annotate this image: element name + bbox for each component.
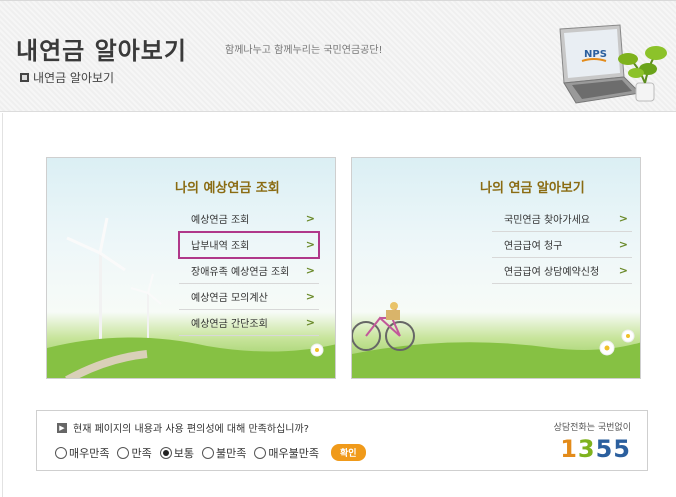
confirm-button[interactable]: 확인	[330, 444, 366, 461]
chevron-right-icon: >	[305, 290, 315, 303]
breadcrumb-home-icon	[20, 73, 29, 82]
page-header: 내연금 알아보기 함께나누고 함께누리는 국민연금공단! 내연금 알아보기 NP…	[0, 0, 676, 112]
menu-item-label: 국민연금 찾아가세요	[504, 215, 590, 226]
chevron-right-icon: >	[618, 212, 628, 225]
survey-option-very-satisfied[interactable]: 매우만족	[55, 445, 109, 461]
chevron-right-icon: >	[305, 238, 315, 251]
menu-item-label: 예상연금 모의계산	[191, 293, 268, 304]
menu-item-quick-inquiry[interactable]: 예상연금 간단조회 >	[179, 310, 319, 336]
expected-pension-panel: 나의 예상연금 조회 예상연금 조회 > 납부내역 조회 > 장애유족 예상연금…	[46, 157, 336, 379]
survey-option-neutral[interactable]: 보통	[159, 445, 194, 461]
menu-item-payment-history[interactable]: 납부내역 조회 >	[178, 231, 320, 259]
chevron-right-icon: >	[618, 264, 628, 277]
survey-option-very-dissatisfied[interactable]: 매우불만족	[254, 445, 319, 461]
menu-item-disability-survivor-pension[interactable]: 장애유족 예상연금 조회 >	[179, 258, 319, 284]
menu-item-pension-simulation[interactable]: 예상연금 모의계산 >	[179, 284, 319, 310]
radio-button-selected[interactable]	[159, 446, 172, 459]
expected-pension-menu: 예상연금 조회 > 납부내역 조회 > 장애유족 예상연금 조회 > 예상연금 …	[178, 206, 320, 336]
menu-item-label: 예상연금 조회	[191, 215, 250, 226]
option-label: 만족	[131, 446, 152, 460]
option-label: 불만족	[215, 446, 247, 460]
callcenter-digit: 3	[577, 435, 596, 463]
survey-option-satisfied[interactable]: 만족	[117, 445, 152, 461]
menu-item-expected-pension-inquiry[interactable]: 예상연금 조회 >	[179, 206, 319, 232]
my-pension-title: 나의 연금 알아보기	[480, 181, 585, 196]
menu-item-label: 예상연금 간단조회	[191, 319, 268, 330]
survey-question-text: 현재 페이지의 내용과 사용 편의성에 대해 만족하십니까?	[73, 424, 309, 435]
menu-item-benefit-claim[interactable]: 연금급여 청구 >	[492, 232, 632, 258]
radio-button[interactable]	[117, 446, 130, 459]
survey-option-dissatisfied[interactable]: 불만족	[201, 445, 247, 461]
page-slogan: 함께나누고 함께누리는 국민연금공단!	[225, 45, 383, 56]
page-title: 내연금 알아보기	[16, 37, 187, 65]
menu-item-consultation-booking[interactable]: 연금급여 상담예약신청 >	[492, 258, 632, 284]
expected-pension-title: 나의 예상연금 조회	[175, 181, 280, 196]
option-label: 매우만족	[69, 446, 110, 460]
menu-item-label: 장애유족 예상연금 조회	[191, 267, 290, 278]
menu-item-find-pension[interactable]: 국민연금 찾아가세요 >	[492, 206, 632, 232]
survey-question: ▶ 현재 페이지의 내용과 사용 편의성에 대해 만족하십니까?	[57, 420, 309, 435]
callcenter-digit: 5	[613, 435, 631, 463]
radio-button[interactable]	[55, 446, 67, 459]
menu-item-label: 납부내역 조회	[191, 241, 250, 252]
breadcrumb: 내연금 알아보기	[20, 69, 114, 86]
survey-options: 매우만족 만족 보통 불만족 매우불만족 확인	[55, 444, 366, 461]
radio-button[interactable]	[254, 446, 267, 459]
option-label: 매우불만족	[268, 446, 319, 460]
my-pension-menu: 국민연금 찾아가세요 > 연금급여 청구 > 연금급여 상담예약신청 >	[492, 206, 632, 284]
chevron-right-icon: >	[305, 316, 315, 329]
callcenter-digit: 1	[560, 435, 578, 463]
radio-button[interactable]	[201, 446, 214, 459]
chevron-right-icon: >	[305, 212, 315, 225]
my-pension-panel: 나의 연금 알아보기 국민연금 찾아가세요 > 연금급여 청구 > 연금급여 상…	[351, 157, 641, 379]
callcenter-number: 1355	[560, 435, 631, 463]
menu-item-label: 연금급여 상담예약신청	[504, 267, 600, 278]
option-label: 보통	[173, 446, 194, 460]
callcenter-label: 상담전화는 국번없이	[553, 423, 631, 433]
laptop-plant-illustration: NPS	[559, 24, 667, 104]
callcenter-digit: 5	[595, 435, 614, 463]
satisfaction-survey: ▶ 현재 페이지의 내용과 사용 편의성에 대해 만족하십니까? 매우만족 만족…	[36, 410, 648, 471]
chevron-right-icon: >	[618, 238, 628, 251]
menu-item-label: 연금급여 청구	[504, 241, 563, 252]
breadcrumb-label[interactable]: 내연금 알아보기	[33, 69, 114, 86]
arrow-right-icon: ▶	[57, 422, 67, 433]
chevron-right-icon: >	[305, 264, 315, 277]
